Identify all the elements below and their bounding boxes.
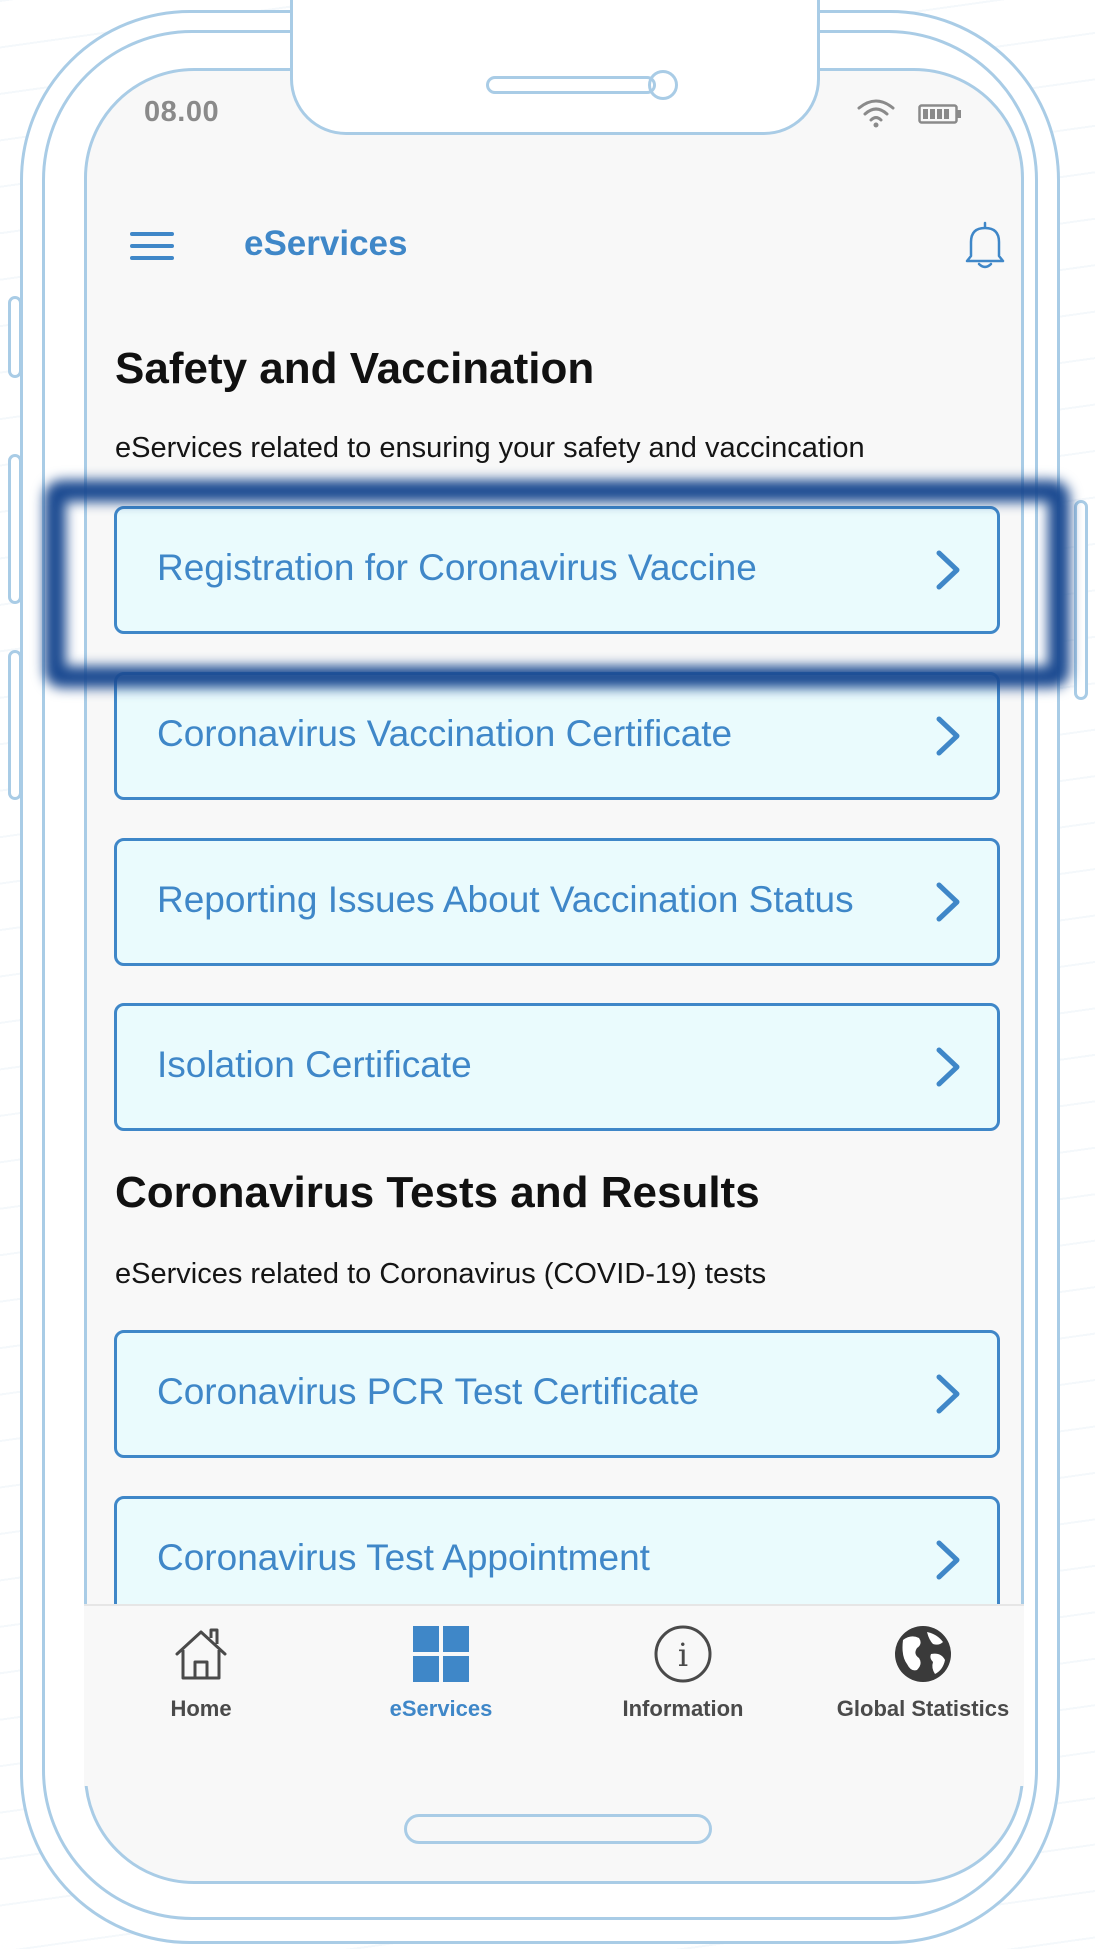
nav-item-eservices[interactable]: eServices xyxy=(336,1624,546,1722)
info-icon: i xyxy=(654,1625,712,1683)
service-item-label: Coronavirus Vaccination Certificate xyxy=(157,713,733,754)
app-header: eServices xyxy=(130,221,1010,288)
menu-icon[interactable] xyxy=(130,228,174,264)
page-title: eServices xyxy=(244,224,408,263)
grid-icon xyxy=(413,1626,469,1682)
home-indicator[interactable] xyxy=(404,1814,712,1844)
service-item-isolation-certificate[interactable]: Isolation Certificate xyxy=(114,1003,1000,1131)
status-time: 08.00 xyxy=(144,96,220,128)
globe-icon xyxy=(895,1626,951,1682)
svg-text:i: i xyxy=(678,1636,688,1674)
nav-label-global-statistics: Global Statistics xyxy=(836,1696,1010,1721)
service-item-reporting-issues[interactable]: Reporting Issues About Vaccination Statu… xyxy=(114,838,1000,966)
service-item-label: Registration for Coronavirus Vaccine xyxy=(157,547,757,588)
chevron-right-icon xyxy=(936,1374,960,1414)
phone-camera xyxy=(648,70,678,100)
chevron-right-icon xyxy=(936,716,960,756)
section-description-safety: eServices related to ensuring your safet… xyxy=(115,432,865,464)
home-icon xyxy=(175,1628,227,1680)
bottom-nav: Home eServices i Information Global Stat… xyxy=(84,1604,1024,1786)
nav-item-information[interactable]: i Information xyxy=(578,1624,788,1722)
service-item-label: Reporting Issues About Vaccination Statu… xyxy=(157,879,854,920)
nav-label-information: Information xyxy=(622,1696,744,1721)
chevron-right-icon xyxy=(936,550,960,590)
phone-notch xyxy=(290,0,820,135)
section-title-safety: Safety and Vaccination xyxy=(115,344,595,393)
nav-label-eservices: eServices xyxy=(389,1696,493,1721)
notification-bell-icon[interactable] xyxy=(964,220,1006,270)
chevron-right-icon xyxy=(936,1540,960,1580)
nav-label-home: Home xyxy=(170,1696,232,1721)
chevron-right-icon xyxy=(936,1047,960,1087)
service-item-label: Coronavirus PCR Test Certificate xyxy=(157,1371,700,1412)
service-item-label: Isolation Certificate xyxy=(157,1044,472,1085)
service-item-vaccine-registration[interactable]: Registration for Coronavirus Vaccine xyxy=(114,506,1000,634)
phone-power-button xyxy=(1074,500,1088,700)
phone-speaker xyxy=(486,76,656,94)
stage: 08.00 eServices Safety and Vaccination e… xyxy=(0,0,1095,1949)
section-title-tests: Coronavirus Tests and Results xyxy=(115,1168,760,1217)
service-item-label: Coronavirus Test Appointment xyxy=(157,1537,650,1578)
battery-icon xyxy=(918,104,961,124)
section-description-tests: eServices related to Coronavirus (COVID-… xyxy=(115,1258,767,1290)
chevron-right-icon xyxy=(936,882,960,922)
wifi-icon xyxy=(857,99,895,128)
service-item-pcr-certificate[interactable]: Coronavirus PCR Test Certificate xyxy=(114,1330,1000,1458)
nav-item-global-statistics[interactable]: Global Statistics xyxy=(818,1624,1028,1722)
nav-item-home[interactable]: Home xyxy=(96,1624,306,1722)
service-item-vaccination-certificate[interactable]: Coronavirus Vaccination Certificate xyxy=(114,672,1000,800)
